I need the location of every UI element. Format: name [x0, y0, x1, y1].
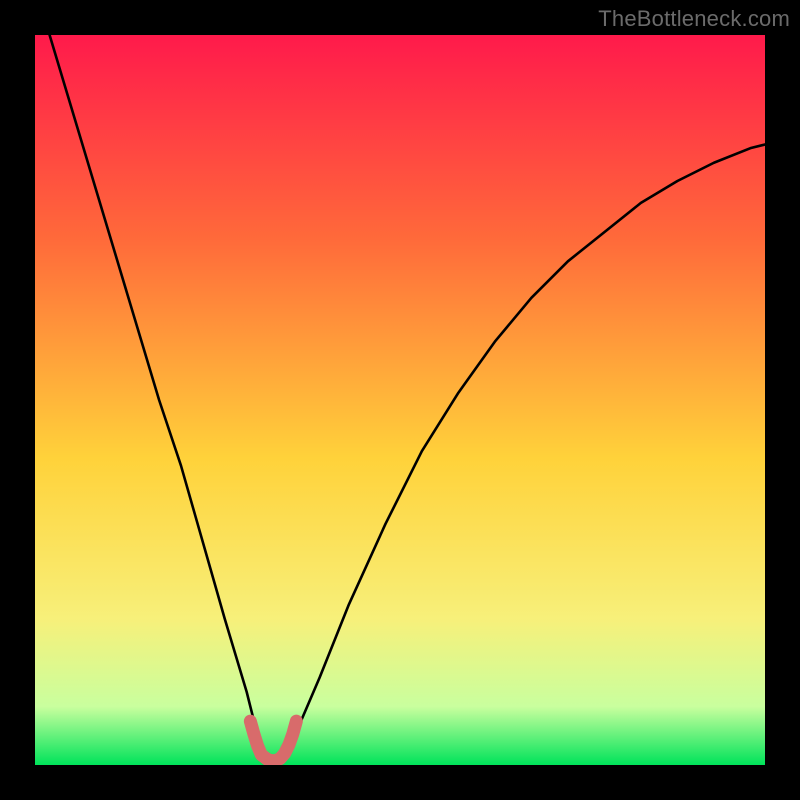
bottleneck-chart: [35, 35, 765, 765]
chart-frame: [35, 35, 765, 765]
watermark-label: TheBottleneck.com: [598, 6, 790, 32]
gradient-background: [35, 35, 765, 765]
